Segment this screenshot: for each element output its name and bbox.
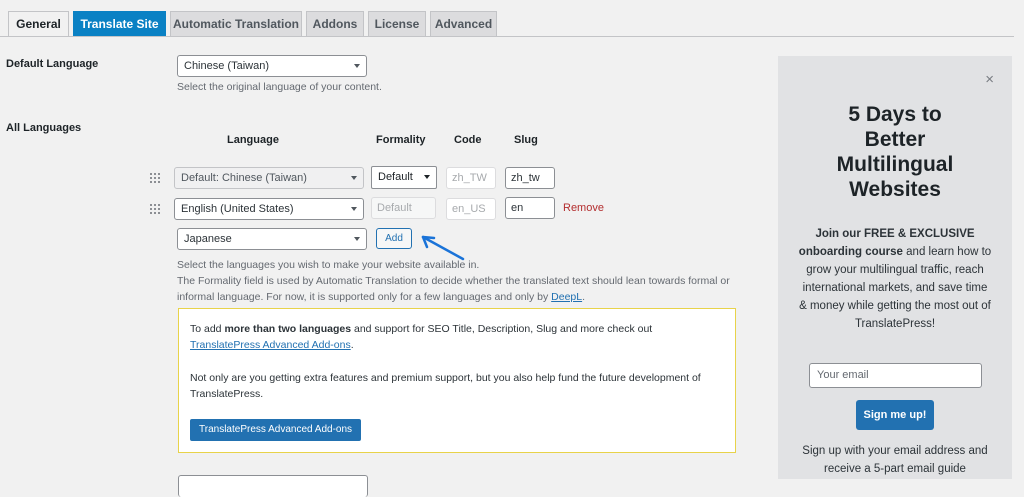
default-language-select[interactable]: Chinese (Taiwan)	[177, 55, 367, 77]
default-language-value: Chinese (Taiwan)	[184, 60, 269, 72]
close-icon[interactable]: ×	[985, 71, 994, 88]
notice-paragraph-1: To add more than two languages and suppo…	[190, 321, 726, 353]
new-language-select[interactable]: Japanese	[177, 228, 367, 250]
upgrade-notice: To add more than two languages and suppo…	[178, 308, 736, 453]
formality-text: The Formality field is used by Automatic…	[177, 275, 730, 303]
notice-paragraph-2: Not only are you getting extra features …	[190, 372, 701, 400]
formality-field-disabled: Default	[371, 197, 436, 219]
formality-select[interactable]: Default	[371, 166, 437, 189]
tab-divider	[0, 36, 1014, 37]
sidebar-title-line: 5 Days to	[848, 103, 942, 126]
chevron-down-icon	[351, 176, 357, 180]
sidebar-footer: Sign up with your email address and rece…	[802, 445, 988, 475]
drag-handle-icon[interactable]	[150, 173, 160, 183]
chevron-down-icon	[351, 207, 357, 211]
language-select-default: Default: Chinese (Taiwan)	[174, 167, 364, 189]
chevron-down-icon	[354, 64, 360, 68]
tab-license[interactable]: License	[368, 11, 426, 36]
language-value: Default: Chinese (Taiwan)	[181, 172, 307, 184]
email-field[interactable]: Your email	[809, 363, 982, 388]
advanced-addons-link[interactable]: TranslatePress Advanced Add-ons	[190, 339, 351, 351]
language-value: English (United States)	[181, 203, 294, 215]
sidebar-title-line: Better	[864, 128, 926, 151]
slug-field[interactable]: en	[505, 197, 555, 219]
sign-up-button[interactable]: Sign me up!	[856, 400, 934, 430]
notice-text: and support for SEO Title, Description, …	[351, 323, 653, 335]
column-header-code: Code	[454, 134, 482, 146]
sidebar-title-line: Websites	[849, 178, 941, 201]
sidebar-body-text: and learn how to grow your multilingual …	[799, 246, 992, 330]
chevron-down-icon	[354, 237, 360, 241]
sidebar-body: Join our FREE & EXCLUSIVE onboarding cou…	[798, 225, 992, 333]
column-header-language: Language	[227, 134, 279, 146]
slug-field[interactable]: zh_tw	[505, 167, 555, 189]
default-language-description: Select the original language of your con…	[177, 81, 382, 93]
sidebar-title-line: Multilingual	[836, 153, 954, 176]
new-language-value: Japanese	[184, 233, 232, 245]
partial-select[interactable]	[178, 475, 368, 497]
notice-text: .	[350, 339, 354, 351]
all-languages-label: All Languages	[6, 122, 82, 134]
period: .	[582, 291, 586, 303]
chevron-down-icon	[424, 175, 430, 179]
formality-description: The Formality field is used by Automatic…	[177, 273, 737, 305]
deepl-link[interactable]: DeepL	[551, 291, 582, 303]
description-line: Select the languages you wish to make yo…	[177, 259, 480, 271]
add-language-button[interactable]: Add	[376, 228, 412, 249]
notice-bold-text: more than two languages	[224, 323, 352, 335]
advanced-addons-button[interactable]: TranslatePress Advanced Add-ons	[190, 419, 362, 441]
code-field: zh_TW	[446, 167, 496, 189]
notice-text: To add	[190, 323, 225, 335]
tab-addons[interactable]: Addons	[306, 11, 364, 36]
code-field: en_US	[446, 198, 496, 220]
tab-advanced[interactable]: Advanced	[430, 11, 497, 36]
column-header-slug: Slug	[514, 134, 538, 146]
remove-language-link[interactable]: Remove	[563, 202, 604, 214]
column-header-formality: Formality	[376, 134, 426, 146]
default-language-label: Default Language	[6, 58, 99, 70]
language-select-english[interactable]: English (United States)	[174, 198, 364, 220]
sidebar-title: 5 Days to Better Multilingual Websites	[778, 102, 1012, 202]
tab-translate-site[interactable]: Translate Site	[73, 11, 166, 36]
onboarding-sidebar: × 5 Days to Better Multilingual Websites…	[778, 56, 1012, 479]
formality-value: Default	[378, 171, 413, 183]
all-languages-description: Select the languages you wish to make yo…	[177, 257, 737, 305]
drag-handle-icon[interactable]	[150, 204, 160, 214]
tab-general[interactable]: General	[8, 11, 69, 37]
tab-automatic-translation[interactable]: Automatic Translation	[170, 11, 302, 36]
